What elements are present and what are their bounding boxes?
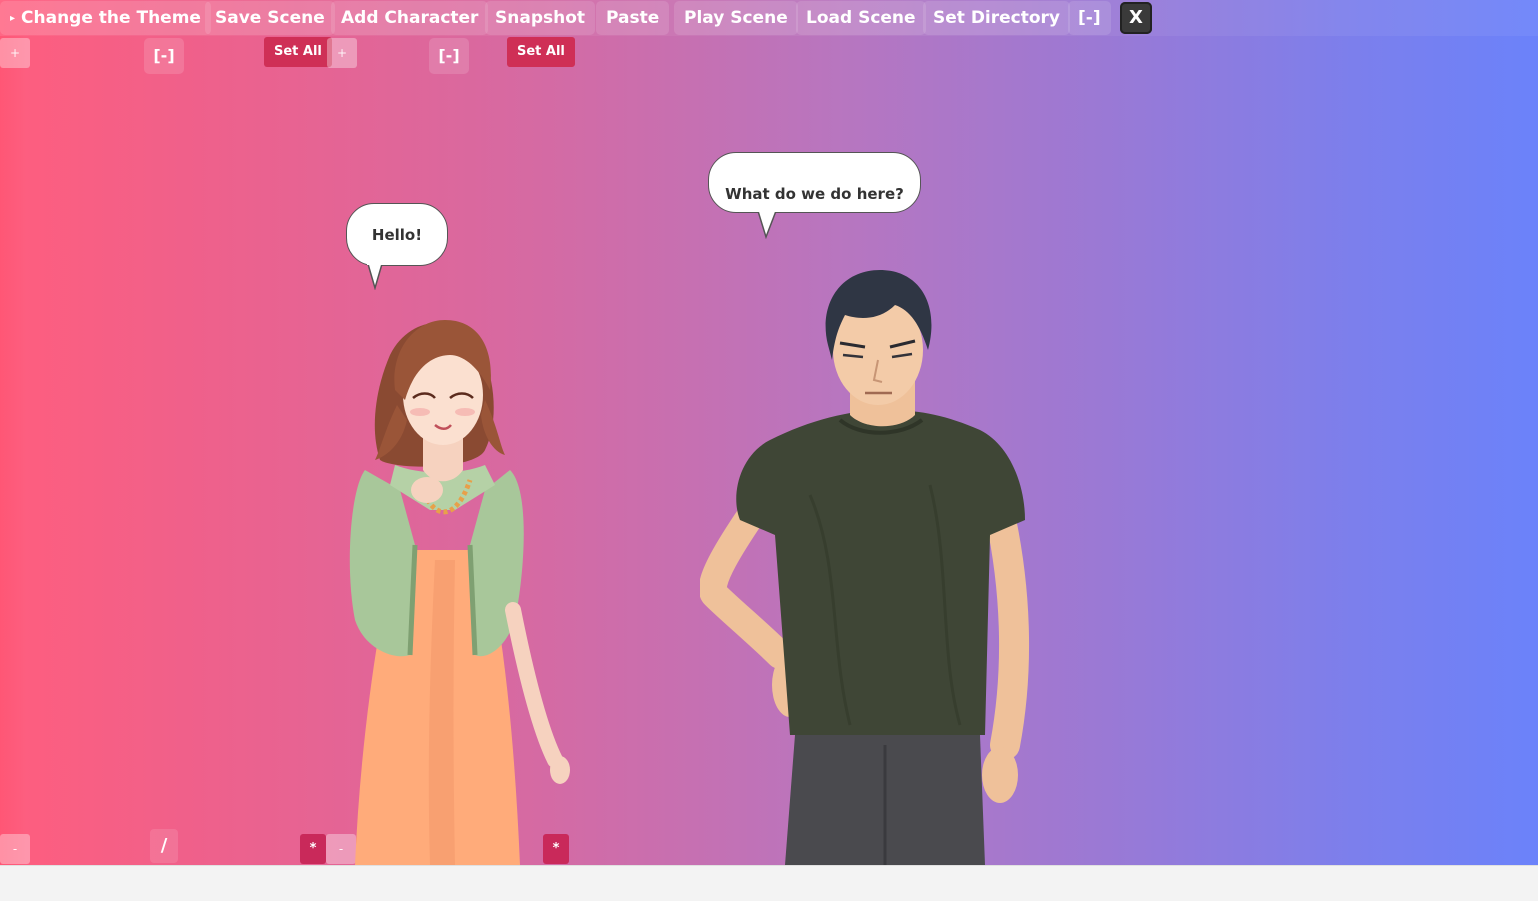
snapshot-button[interactable]: Snapshot bbox=[485, 1, 596, 35]
scene-canvas[interactable]: ▸ Change the Theme Save Scene Add Charact… bbox=[0, 0, 1538, 865]
speech-bubble-left-tail bbox=[367, 262, 385, 290]
char1-star-button[interactable]: * bbox=[300, 834, 326, 864]
speech-bubble-left[interactable]: Hello! bbox=[346, 203, 448, 266]
save-scene-button[interactable]: Save Scene bbox=[205, 1, 335, 35]
char2-plus-button[interactable]: + bbox=[327, 38, 357, 68]
character-woman[interactable] bbox=[335, 310, 575, 865]
load-scene-button[interactable]: Load Scene bbox=[796, 1, 926, 35]
speech-bubble-left-text: Hello! bbox=[371, 226, 423, 244]
speech-bubble-right[interactable]: What do we do here? bbox=[708, 152, 921, 213]
bottom-status-strip bbox=[0, 865, 1538, 901]
close-button[interactable]: X bbox=[1120, 2, 1152, 34]
char1-plus-button[interactable]: + bbox=[0, 38, 30, 68]
char2-set-all-button[interactable]: Set All bbox=[507, 37, 575, 67]
expand-arrow-icon: ▸ bbox=[10, 13, 16, 24]
char2-collapse-button[interactable]: [-] bbox=[429, 38, 469, 74]
add-character-button[interactable]: Add Character bbox=[331, 1, 489, 35]
char1-set-all-button[interactable]: Set All bbox=[264, 37, 332, 67]
left-edge-glow bbox=[0, 36, 26, 865]
speech-bubble-right-tail bbox=[756, 209, 779, 239]
paste-button[interactable]: Paste bbox=[596, 1, 670, 35]
menu-bar: ▸ Change the Theme Save Scene Add Charact… bbox=[0, 0, 1538, 36]
char1-minus-button[interactable]: - bbox=[0, 834, 30, 864]
play-scene-button[interactable]: Play Scene bbox=[674, 1, 798, 35]
change-theme-label: Change the Theme bbox=[21, 8, 201, 28]
change-theme-button[interactable]: ▸ Change the Theme bbox=[0, 1, 211, 35]
set-directory-button[interactable]: Set Directory bbox=[923, 1, 1071, 35]
char1-collapse-button[interactable]: [-] bbox=[144, 38, 184, 74]
character-man[interactable] bbox=[700, 265, 1040, 865]
collapse-menu-button[interactable]: [-] bbox=[1068, 1, 1111, 35]
char1-flip-button[interactable]: / bbox=[150, 829, 178, 863]
speech-bubble-right-text: What do we do here? bbox=[725, 185, 904, 203]
